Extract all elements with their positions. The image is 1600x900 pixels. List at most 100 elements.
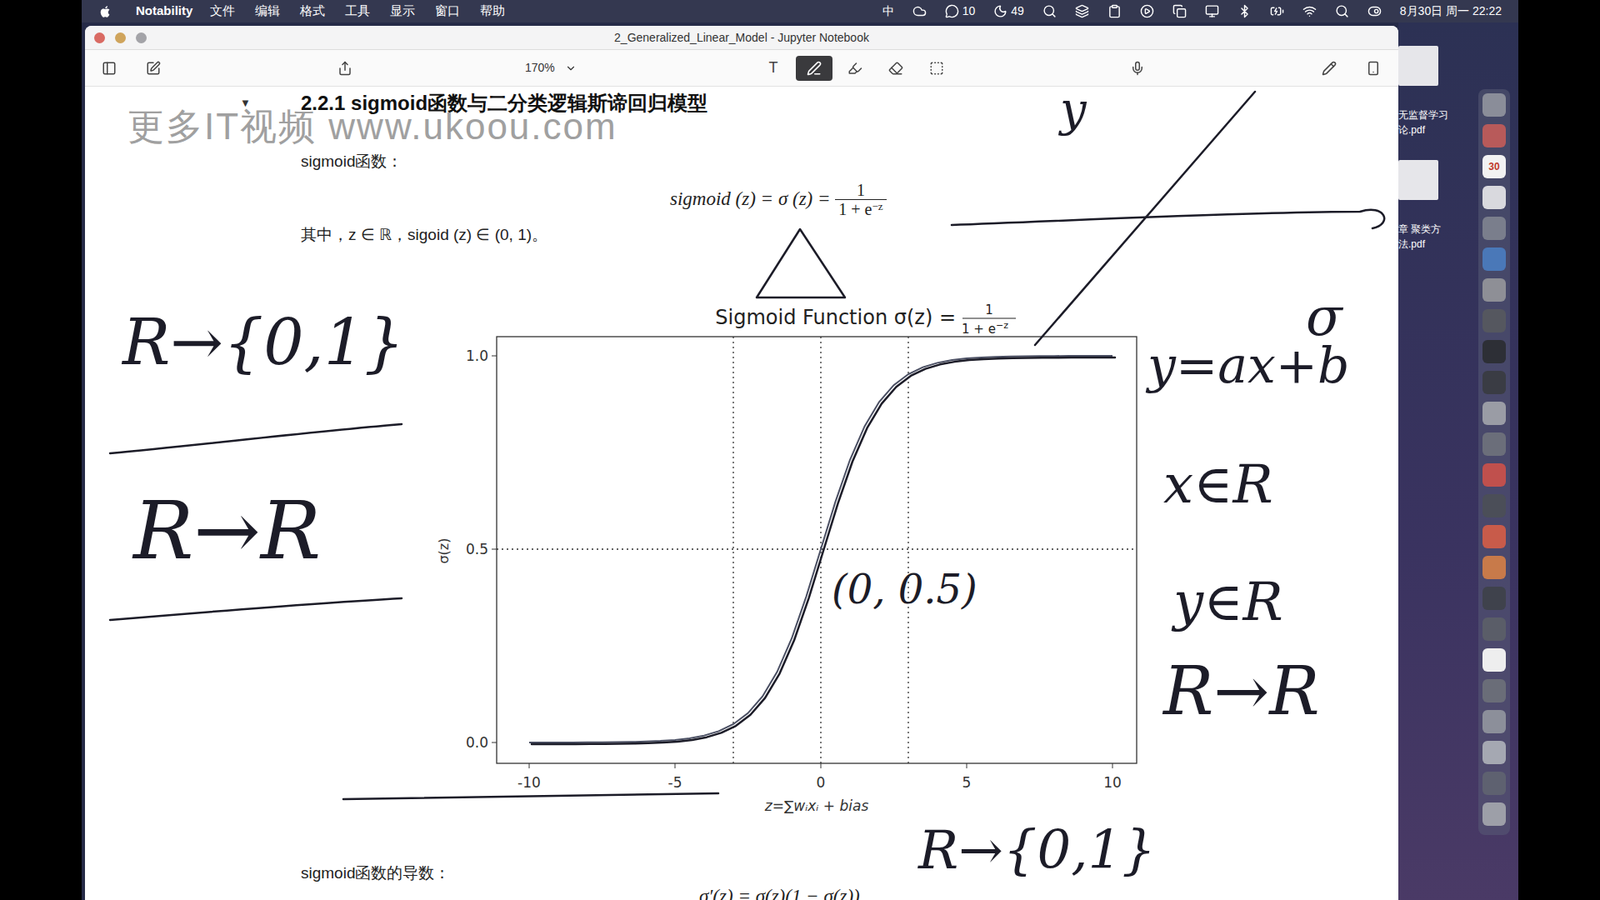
dock-item[interactable] bbox=[1482, 679, 1506, 703]
status-item[interactable] bbox=[1172, 4, 1187, 19]
mic-button[interactable] bbox=[1129, 60, 1146, 76]
dock-item[interactable] bbox=[1482, 802, 1506, 826]
dock-item[interactable] bbox=[1482, 124, 1506, 148]
handwritten-annotation[interactable]: R→R bbox=[1163, 653, 1320, 730]
dock-item[interactable]: 30 bbox=[1482, 155, 1506, 179]
apple-logo-icon[interactable] bbox=[99, 4, 113, 20]
status-item[interactable] bbox=[1270, 4, 1285, 19]
dock-item[interactable] bbox=[1482, 494, 1506, 518]
notability-window: 2_Generalized_Linear_Model - Jupyter Not… bbox=[85, 25, 1399, 900]
sidebar-button[interactable] bbox=[100, 60, 118, 76]
status-item[interactable] bbox=[1107, 4, 1122, 19]
lasso-tool[interactable] bbox=[918, 55, 955, 81]
dock-item[interactable] bbox=[1482, 463, 1506, 487]
status-item[interactable] bbox=[1302, 4, 1317, 19]
handwritten-annotation[interactable]: (0, 0.5) bbox=[831, 566, 978, 613]
handwritten-annotation[interactable]: y bbox=[1060, 86, 1087, 137]
status-item[interactable]: 10 bbox=[945, 2, 976, 20]
dock-item[interactable] bbox=[1482, 247, 1506, 271]
dock-item[interactable] bbox=[1482, 278, 1506, 302]
status-item[interactable] bbox=[1237, 4, 1252, 19]
menu-item[interactable]: 编辑 bbox=[255, 1, 280, 21]
desktop-file[interactable]: 章 聚类方法.pdf bbox=[1398, 160, 1479, 252]
zoom-button[interactable] bbox=[135, 32, 147, 44]
y-axis-label: σ(z) bbox=[435, 537, 452, 564]
status-item[interactable] bbox=[1367, 4, 1382, 19]
dock-item[interactable] bbox=[1482, 586, 1506, 610]
status-item[interactable] bbox=[912, 4, 927, 19]
dock-item[interactable] bbox=[1482, 771, 1506, 795]
menu-item[interactable]: 显示 bbox=[390, 1, 415, 21]
menu-item[interactable]: 帮助 bbox=[480, 1, 505, 21]
svg-text:0.0: 0.0 bbox=[465, 734, 489, 751]
status-item[interactable] bbox=[1205, 4, 1220, 19]
file-label: 章 聚类方法.pdf bbox=[1398, 221, 1479, 252]
dock-item[interactable] bbox=[1482, 648, 1506, 672]
status-area: 中 10 49 8月30日 周一 22:22 bbox=[882, 2, 1502, 20]
app-menu[interactable]: Notability bbox=[135, 1, 193, 21]
dock-item[interactable] bbox=[1482, 432, 1506, 456]
dock-item[interactable] bbox=[1482, 185, 1506, 210]
sidebar-icon bbox=[101, 60, 117, 76]
share-button[interactable] bbox=[336, 60, 354, 76]
svg-text:0.5: 0.5 bbox=[465, 540, 489, 558]
handwritten-annotation[interactable]: x∈R bbox=[1163, 454, 1274, 516]
edit-button[interactable] bbox=[145, 60, 162, 76]
status-item[interactable] bbox=[1042, 4, 1057, 19]
desktop-file[interactable]: 无监督学习论.pdf bbox=[1398, 45, 1479, 138]
clock[interactable]: 8月30日 周一 22:22 bbox=[1400, 2, 1502, 20]
pages-button[interactable] bbox=[1365, 60, 1382, 76]
close-button[interactable] bbox=[94, 32, 105, 44]
highlighter-tool[interactable] bbox=[836, 55, 874, 81]
domain-line: 其中，z ∈ ℝ，sigoid (z) ∈ (0, 1)。 bbox=[300, 225, 1399, 245]
pencil-button[interactable] bbox=[1320, 60, 1338, 76]
dock-item[interactable] bbox=[1482, 370, 1506, 395]
dock-item[interactable] bbox=[1482, 617, 1506, 641]
handwritten-annotation[interactable]: y∈R bbox=[1173, 571, 1284, 634]
section-heading: 2.2.1 sigmoid函数与二分类逻辑斯谛回归模型 bbox=[300, 91, 708, 115]
status-item[interactable]: 中 bbox=[882, 2, 895, 20]
chat-icon bbox=[945, 4, 960, 19]
pen-tool[interactable] bbox=[795, 55, 833, 81]
dock-item[interactable] bbox=[1482, 525, 1506, 549]
file-label-line: 论.pdf bbox=[1398, 122, 1479, 138]
status-item[interactable]: 49 bbox=[993, 2, 1025, 20]
eraser-tool[interactable] bbox=[877, 55, 915, 81]
handwritten-annotation[interactable]: y=ax+b bbox=[1147, 336, 1350, 395]
svg-text:5: 5 bbox=[962, 774, 972, 791]
derivative-label: sigmoid函数的导数： bbox=[300, 863, 1399, 884]
handwritten-annotation[interactable]: R→{0,1} bbox=[122, 305, 405, 379]
dock-item[interactable] bbox=[1482, 401, 1506, 425]
y-tick: 0.0 bbox=[465, 734, 497, 751]
chart-title-denominator: 1 + e−z bbox=[961, 320, 1009, 337]
document-page[interactable]: ▼2.2.1 sigmoid函数与二分类逻辑斯谛回归模型sigmoid函数：si… bbox=[85, 86, 1399, 900]
title-bar: 2_Generalized_Linear_Model - Jupyter Not… bbox=[85, 25, 1399, 50]
text-tool[interactable]: T bbox=[755, 55, 792, 81]
dock-item[interactable] bbox=[1482, 93, 1506, 117]
dock-item[interactable] bbox=[1482, 309, 1506, 333]
dock-item[interactable] bbox=[1482, 710, 1506, 734]
status-item[interactable] bbox=[1075, 4, 1090, 19]
bluetooth-icon bbox=[1237, 4, 1252, 19]
dock-item[interactable] bbox=[1482, 555, 1506, 580]
handwritten-annotation[interactable]: R→R bbox=[133, 485, 321, 577]
menu-item[interactable]: 工具 bbox=[345, 1, 370, 21]
pages-icon bbox=[1365, 60, 1381, 76]
handwritten-annotation[interactable]: R→{0,1} bbox=[918, 820, 1156, 882]
svg-text:1.0: 1.0 bbox=[465, 347, 489, 365]
status-item[interactable] bbox=[1335, 4, 1350, 19]
dock-item[interactable] bbox=[1482, 740, 1506, 765]
menu-item[interactable]: 文件 bbox=[210, 1, 235, 21]
dock-item[interactable] bbox=[1482, 340, 1506, 364]
dock-item[interactable] bbox=[1482, 216, 1506, 240]
sigmoid-line bbox=[529, 355, 1113, 743]
zoom-dropdown[interactable]: 170% bbox=[525, 59, 595, 77]
status-item[interactable] bbox=[1140, 4, 1155, 19]
menu-item[interactable]: 窗口 bbox=[435, 1, 460, 21]
minimize-button[interactable] bbox=[115, 32, 126, 44]
heading-row: ▼ 2.2.1 sigmoid函数与二分类逻辑斯谛回归模型 bbox=[240, 91, 1399, 115]
formula-numerator: 1 bbox=[835, 180, 886, 200]
chevron-down-icon bbox=[565, 62, 577, 75]
menu-item[interactable]: 格式 bbox=[300, 1, 325, 21]
collapse-marker[interactable]: ▼ bbox=[240, 95, 255, 112]
